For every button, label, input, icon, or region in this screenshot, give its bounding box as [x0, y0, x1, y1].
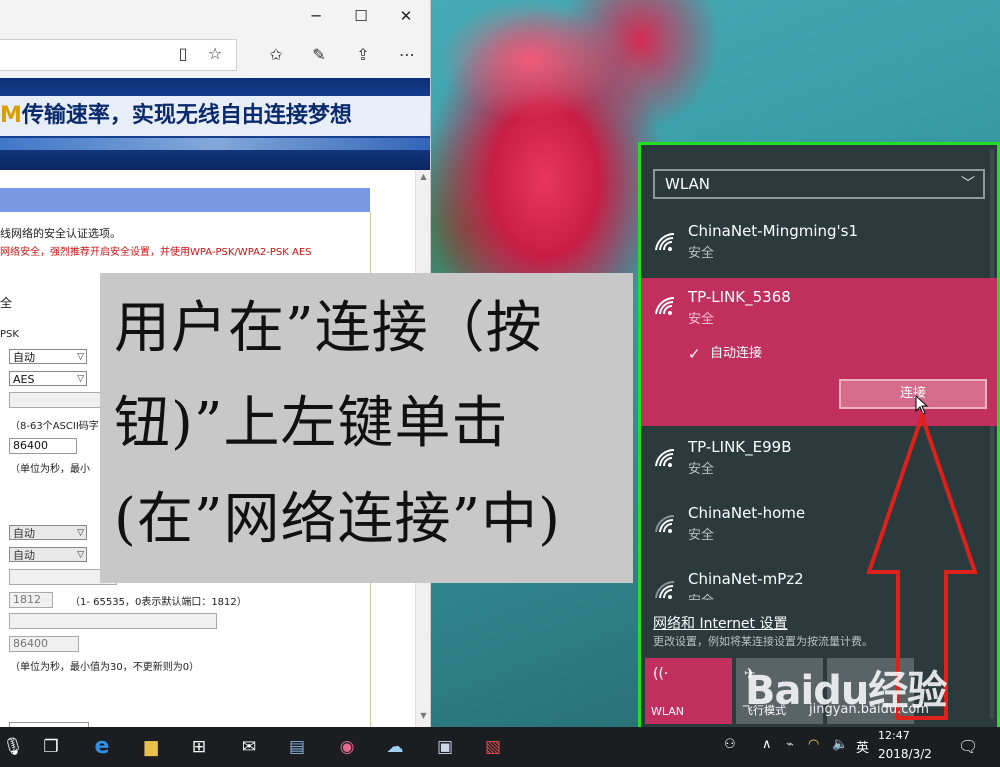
volume-icon[interactable]: 🔈 — [832, 737, 848, 752]
network-name: ChinaNet-mPz2 — [688, 570, 804, 588]
radius-port-input[interactable]: 1812 — [9, 592, 53, 608]
connect-button[interactable]: 连接 — [839, 379, 987, 409]
caption-line-1: 用户在”连接（按 — [114, 296, 543, 361]
usb-icon[interactable]: ⌁ — [786, 737, 794, 752]
wifi-icon: ((· — [653, 666, 669, 682]
pen-icon[interactable]: ✎ — [308, 45, 330, 65]
tile-label: WLAN — [651, 705, 685, 718]
network-name: TP-LINK_5368 — [688, 288, 791, 306]
radius-renew-input[interactable]: 86400 — [9, 636, 79, 652]
tutorial-caption: 用户在”连接（按 钮)”上左键单击 (在”网络连接”中) — [100, 273, 633, 583]
key-hint: （8-63个ASCII码字 — [10, 421, 99, 432]
taskbar: 🎙 ❐ e ▆ ⊞ ✉ ▤ ◉ ☁ ▣ ▧ ⚇ ∧ ⌁ ◠ 🔈 英 12:47 … — [0, 727, 1000, 767]
encrypt-select[interactable]: AES — [9, 371, 87, 387]
favorites-list-icon[interactable]: ✩ — [265, 45, 287, 65]
auto-connect-checkbox[interactable]: ✓ 自动连接 — [688, 342, 763, 363]
caption-line-2: 钮)”上左键单击 — [114, 391, 509, 456]
chevron-down-icon: ﹀ — [961, 176, 975, 192]
wifi-signal-icon — [655, 514, 675, 533]
baidu-watermark: Baidu经验 jingyan.baidu.com — [741, 658, 991, 724]
wifi-signal-icon — [655, 296, 675, 315]
router-banner: M传输速率，实现无线自由连接梦想 — [0, 78, 430, 172]
file-explorer-icon[interactable]: ▆ — [138, 735, 164, 759]
scroll-down-icon[interactable]: ▼ — [416, 711, 430, 725]
section-header-bar — [0, 188, 370, 212]
banner-highlight: M — [0, 103, 22, 128]
radius-auth-select[interactable]: 自动 — [9, 525, 87, 541]
network-settings-link[interactable]: 网络和 Internet 设置 — [653, 613, 788, 633]
network-security: 安全 — [688, 590, 714, 600]
address-bar[interactable]: ▯ ☆ — [0, 39, 237, 71]
scroll-up-icon[interactable]: ▲ — [416, 172, 430, 186]
store-icon[interactable]: ⊞ — [186, 735, 212, 759]
renew-hint: （单位为秒，最小 — [10, 464, 90, 475]
wifi-tray-icon[interactable]: ◠ — [808, 737, 819, 752]
network-settings-desc: 更改设置，例如将某连接设置为按流量计费。 — [653, 635, 873, 648]
network-security: 安全 — [688, 462, 715, 477]
close-button[interactable]: ✕ — [391, 4, 421, 28]
favorite-star-icon[interactable]: ☆ — [204, 44, 226, 64]
reading-view-icon[interactable]: ▯ — [172, 44, 194, 64]
network-name: ChinaNet-home — [688, 504, 806, 522]
recorder-app-icon[interactable]: ▧ — [480, 735, 506, 759]
minimize-button[interactable]: ─ — [301, 4, 331, 28]
microphone-icon[interactable]: 🎙 — [0, 735, 26, 759]
wlan-toggle-tile[interactable]: ((· WLAN — [645, 658, 732, 724]
network-app-icon[interactable]: ▤ — [284, 735, 310, 759]
network-item[interactable]: ChinaNet-Mingming's1 安全 — [641, 212, 997, 278]
auto-connect-label: 自动连接 — [710, 346, 763, 361]
chevron-up-icon[interactable]: ∧ — [762, 737, 772, 752]
radius-password-input[interactable] — [9, 613, 217, 629]
image-viewer-icon[interactable]: ▣ — [432, 735, 458, 759]
cloud-app-icon[interactable]: ☁ — [382, 735, 408, 759]
wifi-signal-icon — [655, 232, 675, 251]
network-name: ChinaNet-Mingming's1 — [688, 222, 859, 240]
paint-app-icon[interactable]: ◉ — [334, 735, 360, 759]
wifi-signal-icon — [655, 448, 675, 467]
banner-stripe — [0, 138, 430, 150]
auth-type-select[interactable]: 自动 — [9, 349, 87, 365]
radius-port-hint: （1- 65535，0表示默认端口：1812） — [70, 597, 247, 608]
network-security: 安全 — [688, 312, 715, 327]
psk-label: PSK — [0, 329, 19, 340]
maximize-button[interactable]: ☐ — [346, 4, 376, 28]
wlan-adapter-select[interactable]: WLAN ﹀ — [653, 169, 985, 199]
wifi-signal-icon — [655, 580, 675, 599]
wlan-select-label: WLAN — [665, 175, 711, 193]
clock-date[interactable]: 2018/3/2 — [878, 747, 932, 761]
radius-encrypt-select[interactable]: 自动 — [9, 547, 87, 563]
ime-indicator[interactable]: 英 — [856, 737, 869, 756]
browser-toolbar: ▯ ☆ ✩ ✎ ⇪ ⋯ — [0, 32, 430, 79]
caption-line-3: (在”网络连接”中) — [114, 487, 561, 552]
notification-icon[interactable]: 🗨 — [958, 737, 978, 756]
watermark-url: jingyan.baidu.com — [809, 702, 929, 717]
renew-interval-input[interactable]: 86400 — [9, 438, 77, 454]
banner-rest: 传输速率，实现无线自由连接梦想 — [21, 103, 352, 128]
title-bar: ─ ☐ ✕ — [0, 0, 430, 32]
desc-line-2: 网络安全，强烈推荐开启安全设置，并使用WPA-PSK/WPA2-PSK AES — [0, 247, 312, 258]
network-security: 安全 — [688, 246, 715, 261]
security-label: 全 — [0, 296, 13, 310]
network-name: TP-LINK_E99B — [688, 438, 792, 456]
edge-browser-icon[interactable]: e — [89, 735, 115, 759]
banner-text: M传输速率，实现无线自由连接梦想 — [0, 96, 430, 136]
radius-renew-hint: （单位为秒，最小值为30，不更新则为0） — [10, 662, 200, 673]
checkmark-icon: ✓ — [688, 345, 701, 363]
network-item-selected[interactable]: TP-LINK_5368 安全 ✓ 自动连接 连接 — [641, 278, 997, 426]
share-icon[interactable]: ⇪ — [352, 45, 374, 65]
network-security: 安全 — [688, 528, 715, 543]
clock-time[interactable]: 12:47 — [878, 729, 910, 742]
desc-line-1: 线网络的安全认证选项。 — [0, 227, 121, 240]
more-icon[interactable]: ⋯ — [396, 45, 418, 65]
mail-icon[interactable]: ✉ — [236, 735, 262, 759]
task-view-icon[interactable]: ❐ — [38, 735, 64, 759]
people-icon[interactable]: ⚇ — [724, 737, 736, 752]
